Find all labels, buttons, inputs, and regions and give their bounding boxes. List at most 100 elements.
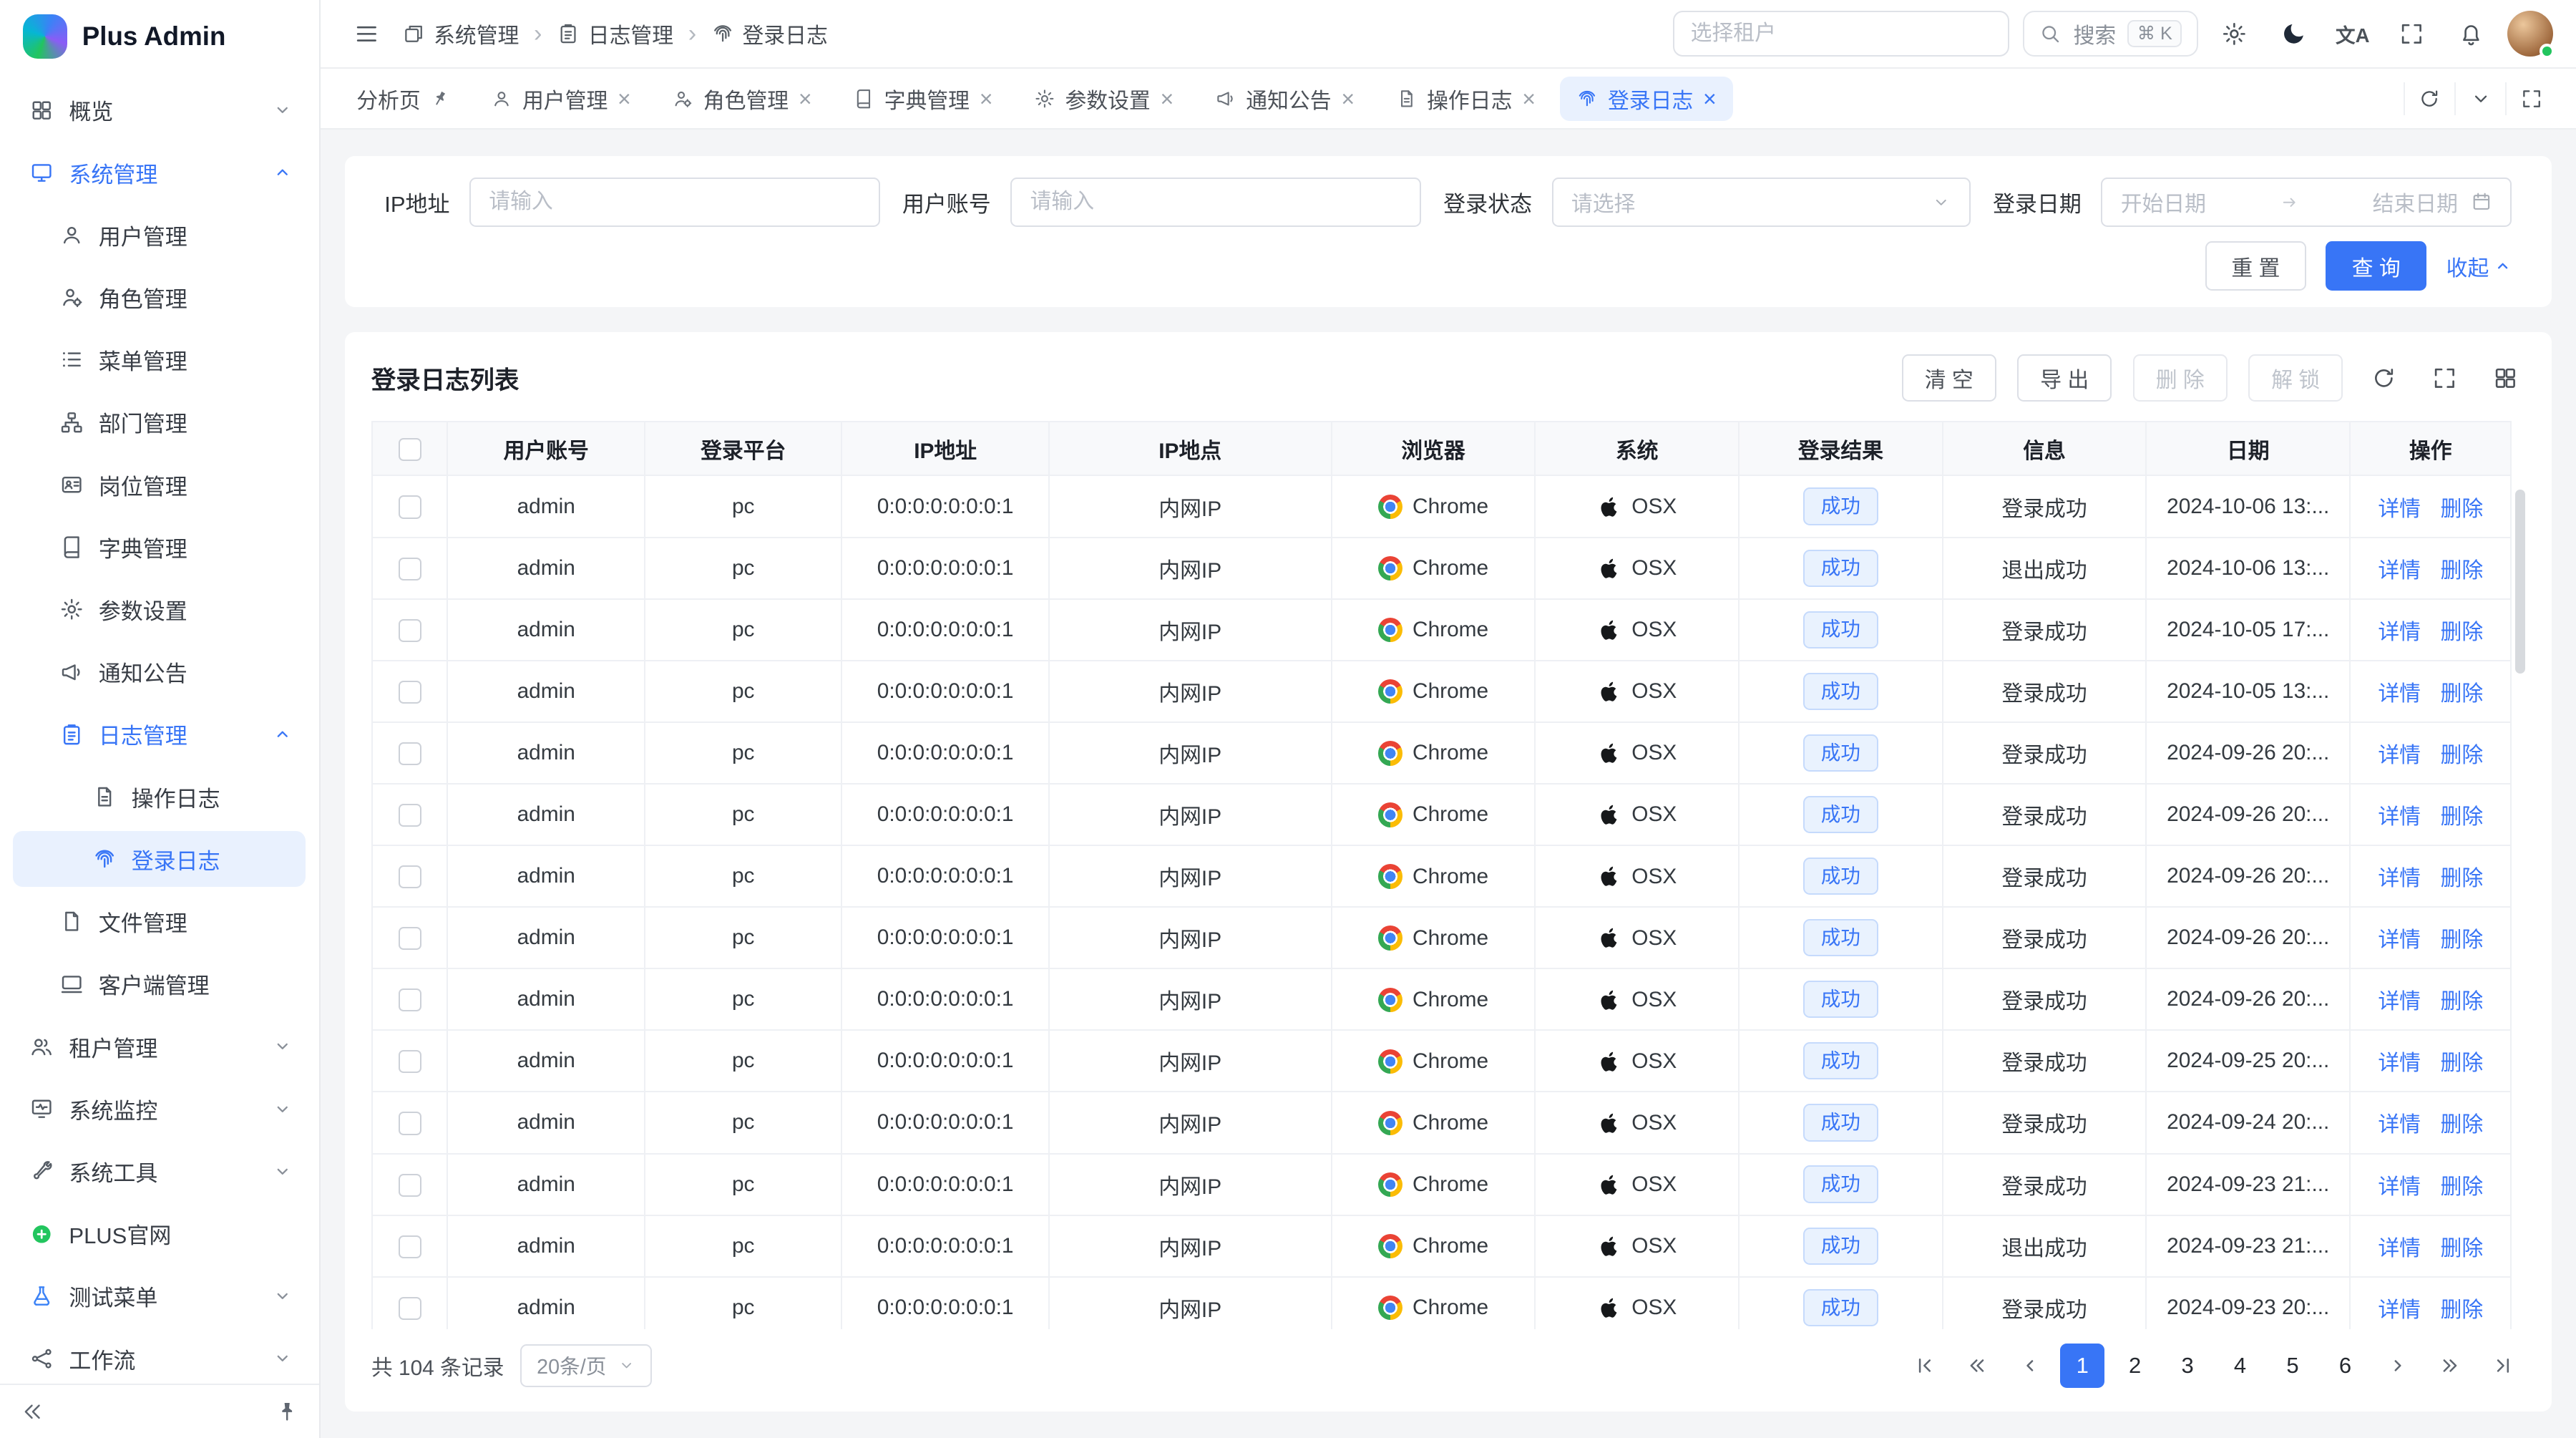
tab-loginlog[interactable]: 登录日志× (1560, 77, 1732, 121)
sidebar-item-dicts[interactable]: 字典管理 (13, 519, 306, 575)
page-size-select[interactable]: 20条/页 (520, 1344, 652, 1387)
prev-page-button[interactable] (2008, 1344, 2052, 1388)
sidebar-item-operlog[interactable]: 操作日志 (13, 769, 306, 825)
close-tab-icon[interactable]: × (1522, 87, 1536, 110)
collapse-filter-button[interactable]: 收起 (2446, 251, 2512, 282)
delete-link[interactable]: 删除 (2441, 1113, 2484, 1137)
logo-row[interactable]: Plus Admin (0, 0, 319, 72)
row-checkbox[interactable] (399, 927, 421, 950)
row-checkbox[interactable] (399, 804, 421, 827)
refresh-table-button[interactable] (2364, 358, 2404, 397)
row-checkbox[interactable] (399, 558, 421, 580)
theme-toggle-button[interactable] (2270, 11, 2316, 57)
tab-params[interactable]: 参数设置× (1018, 77, 1190, 121)
page-1-button[interactable]: 1 (2060, 1344, 2104, 1388)
breadcrumb-item-system[interactable]: 系统管理 (402, 18, 519, 49)
page-5-button[interactable]: 5 (2270, 1344, 2315, 1388)
reset-button[interactable]: 重 置 (2205, 241, 2306, 291)
clear-button[interactable]: 清 空 (1902, 354, 1996, 402)
detail-link[interactable]: 详情 (2378, 497, 2421, 521)
sidebar-item-test[interactable]: 测试菜单 (13, 1268, 306, 1324)
row-checkbox[interactable] (399, 681, 421, 704)
page-6-button[interactable]: 6 (2323, 1344, 2367, 1388)
fullscreen-button[interactable] (2389, 11, 2434, 57)
sidebar-item-notices[interactable]: 通知公告 (13, 644, 306, 700)
sidebar-item-files[interactable]: 文件管理 (13, 894, 306, 950)
close-tab-icon[interactable]: × (799, 87, 812, 110)
avatar[interactable] (2507, 11, 2553, 57)
detail-link[interactable]: 详情 (2378, 867, 2421, 890)
date-range-picker[interactable]: 开始日期 结束日期 (2101, 178, 2512, 227)
detail-link[interactable]: 详情 (2378, 1175, 2421, 1199)
tab-options-button[interactable] (2454, 82, 2505, 115)
row-checkbox[interactable] (399, 1112, 421, 1135)
breadcrumb-item-loginlog[interactable]: 登录日志 (711, 18, 828, 49)
delete-link[interactable]: 删除 (2441, 497, 2484, 521)
tab-analysis[interactable]: 分析页 (340, 77, 467, 121)
settings-button[interactable] (2211, 11, 2257, 57)
sidebar-item-params[interactable]: 参数设置 (13, 582, 306, 638)
delete-link[interactable]: 删除 (2441, 744, 2484, 767)
delete-link[interactable]: 删除 (2441, 1051, 2484, 1075)
delete-link[interactable]: 删除 (2441, 1237, 2484, 1260)
row-checkbox[interactable] (399, 865, 421, 888)
collapse-sidebar-icon[interactable] (20, 1399, 44, 1424)
sidebar-item-monitor[interactable]: 系统监控 (13, 1081, 306, 1137)
sidebar-item-overview[interactable]: 概览 (13, 82, 306, 138)
row-checkbox[interactable] (399, 1050, 421, 1073)
detail-link[interactable]: 详情 (2378, 682, 2421, 706)
account-input[interactable] (1010, 178, 1421, 227)
detail-link[interactable]: 详情 (2378, 744, 2421, 767)
close-tab-icon[interactable]: × (1341, 87, 1355, 110)
row-checkbox[interactable] (399, 1235, 421, 1258)
refresh-tab-button[interactable] (2404, 82, 2454, 115)
delete-link[interactable]: 删除 (2441, 805, 2484, 829)
prev-5-pages-button[interactable] (1955, 1344, 1999, 1388)
detail-link[interactable]: 详情 (2378, 1113, 2421, 1137)
sidebar-toggle-button[interactable] (343, 11, 389, 57)
row-checkbox[interactable] (399, 988, 421, 1011)
tab-fullscreen-button[interactable] (2505, 82, 2556, 115)
search-box[interactable]: 搜索 ⌘ K (2023, 11, 2198, 57)
next-5-pages-button[interactable] (2428, 1344, 2472, 1388)
tab-dicts[interactable]: 字典管理× (836, 77, 1009, 121)
pin-icon[interactable] (275, 1399, 299, 1424)
delete-link[interactable]: 删除 (2441, 990, 2484, 1014)
sidebar-item-depts[interactable]: 部门管理 (13, 394, 306, 450)
sidebar-item-logs[interactable]: 日志管理 (13, 706, 306, 762)
breadcrumb-item-logs[interactable]: 日志管理 (557, 18, 673, 49)
sidebar-item-users[interactable]: 用户管理 (13, 207, 306, 263)
table-fullscreen-button[interactable] (2425, 358, 2464, 397)
unlock-button[interactable]: 解 锁 (2248, 354, 2343, 402)
sidebar-item-posts[interactable]: 岗位管理 (13, 457, 306, 512)
delete-link[interactable]: 删除 (2441, 559, 2484, 583)
select-all-checkbox[interactable] (399, 438, 421, 461)
language-button[interactable]: 文A (2330, 11, 2376, 57)
delete-link[interactable]: 删除 (2441, 1175, 2484, 1199)
detail-link[interactable]: 详情 (2378, 928, 2421, 952)
detail-link[interactable]: 详情 (2378, 559, 2421, 583)
delete-link[interactable]: 删除 (2441, 928, 2484, 952)
notifications-button[interactable] (2448, 11, 2494, 57)
row-checkbox[interactable] (399, 495, 421, 518)
row-checkbox[interactable] (399, 619, 421, 642)
tab-operlog[interactable]: 操作日志× (1380, 77, 1552, 121)
sidebar-item-plus-site[interactable]: PLUS官网 (13, 1206, 306, 1262)
detail-link[interactable]: 详情 (2378, 805, 2421, 829)
page-4-button[interactable]: 4 (2218, 1344, 2263, 1388)
close-tab-icon[interactable]: × (980, 87, 993, 110)
detail-link[interactable]: 详情 (2378, 621, 2421, 644)
sidebar-item-workflow[interactable]: 工作流 (13, 1331, 306, 1384)
delete-link[interactable]: 删除 (2441, 1298, 2484, 1322)
sidebar-item-clients[interactable]: 客户端管理 (13, 956, 306, 1012)
sidebar-item-tenants[interactable]: 租户管理 (13, 1019, 306, 1074)
tenant-select[interactable] (1673, 11, 2010, 57)
sidebar-item-tools[interactable]: 系统工具 (13, 1144, 306, 1200)
tab-roles[interactable]: 角色管理× (655, 77, 828, 121)
detail-link[interactable]: 详情 (2378, 990, 2421, 1014)
sidebar-item-roles[interactable]: 角色管理 (13, 269, 306, 325)
tab-users[interactable]: 用户管理× (474, 77, 647, 121)
row-checkbox[interactable] (399, 1174, 421, 1197)
table-scrollbar-thumb[interactable] (2515, 490, 2525, 674)
first-page-button[interactable] (1903, 1344, 1947, 1388)
